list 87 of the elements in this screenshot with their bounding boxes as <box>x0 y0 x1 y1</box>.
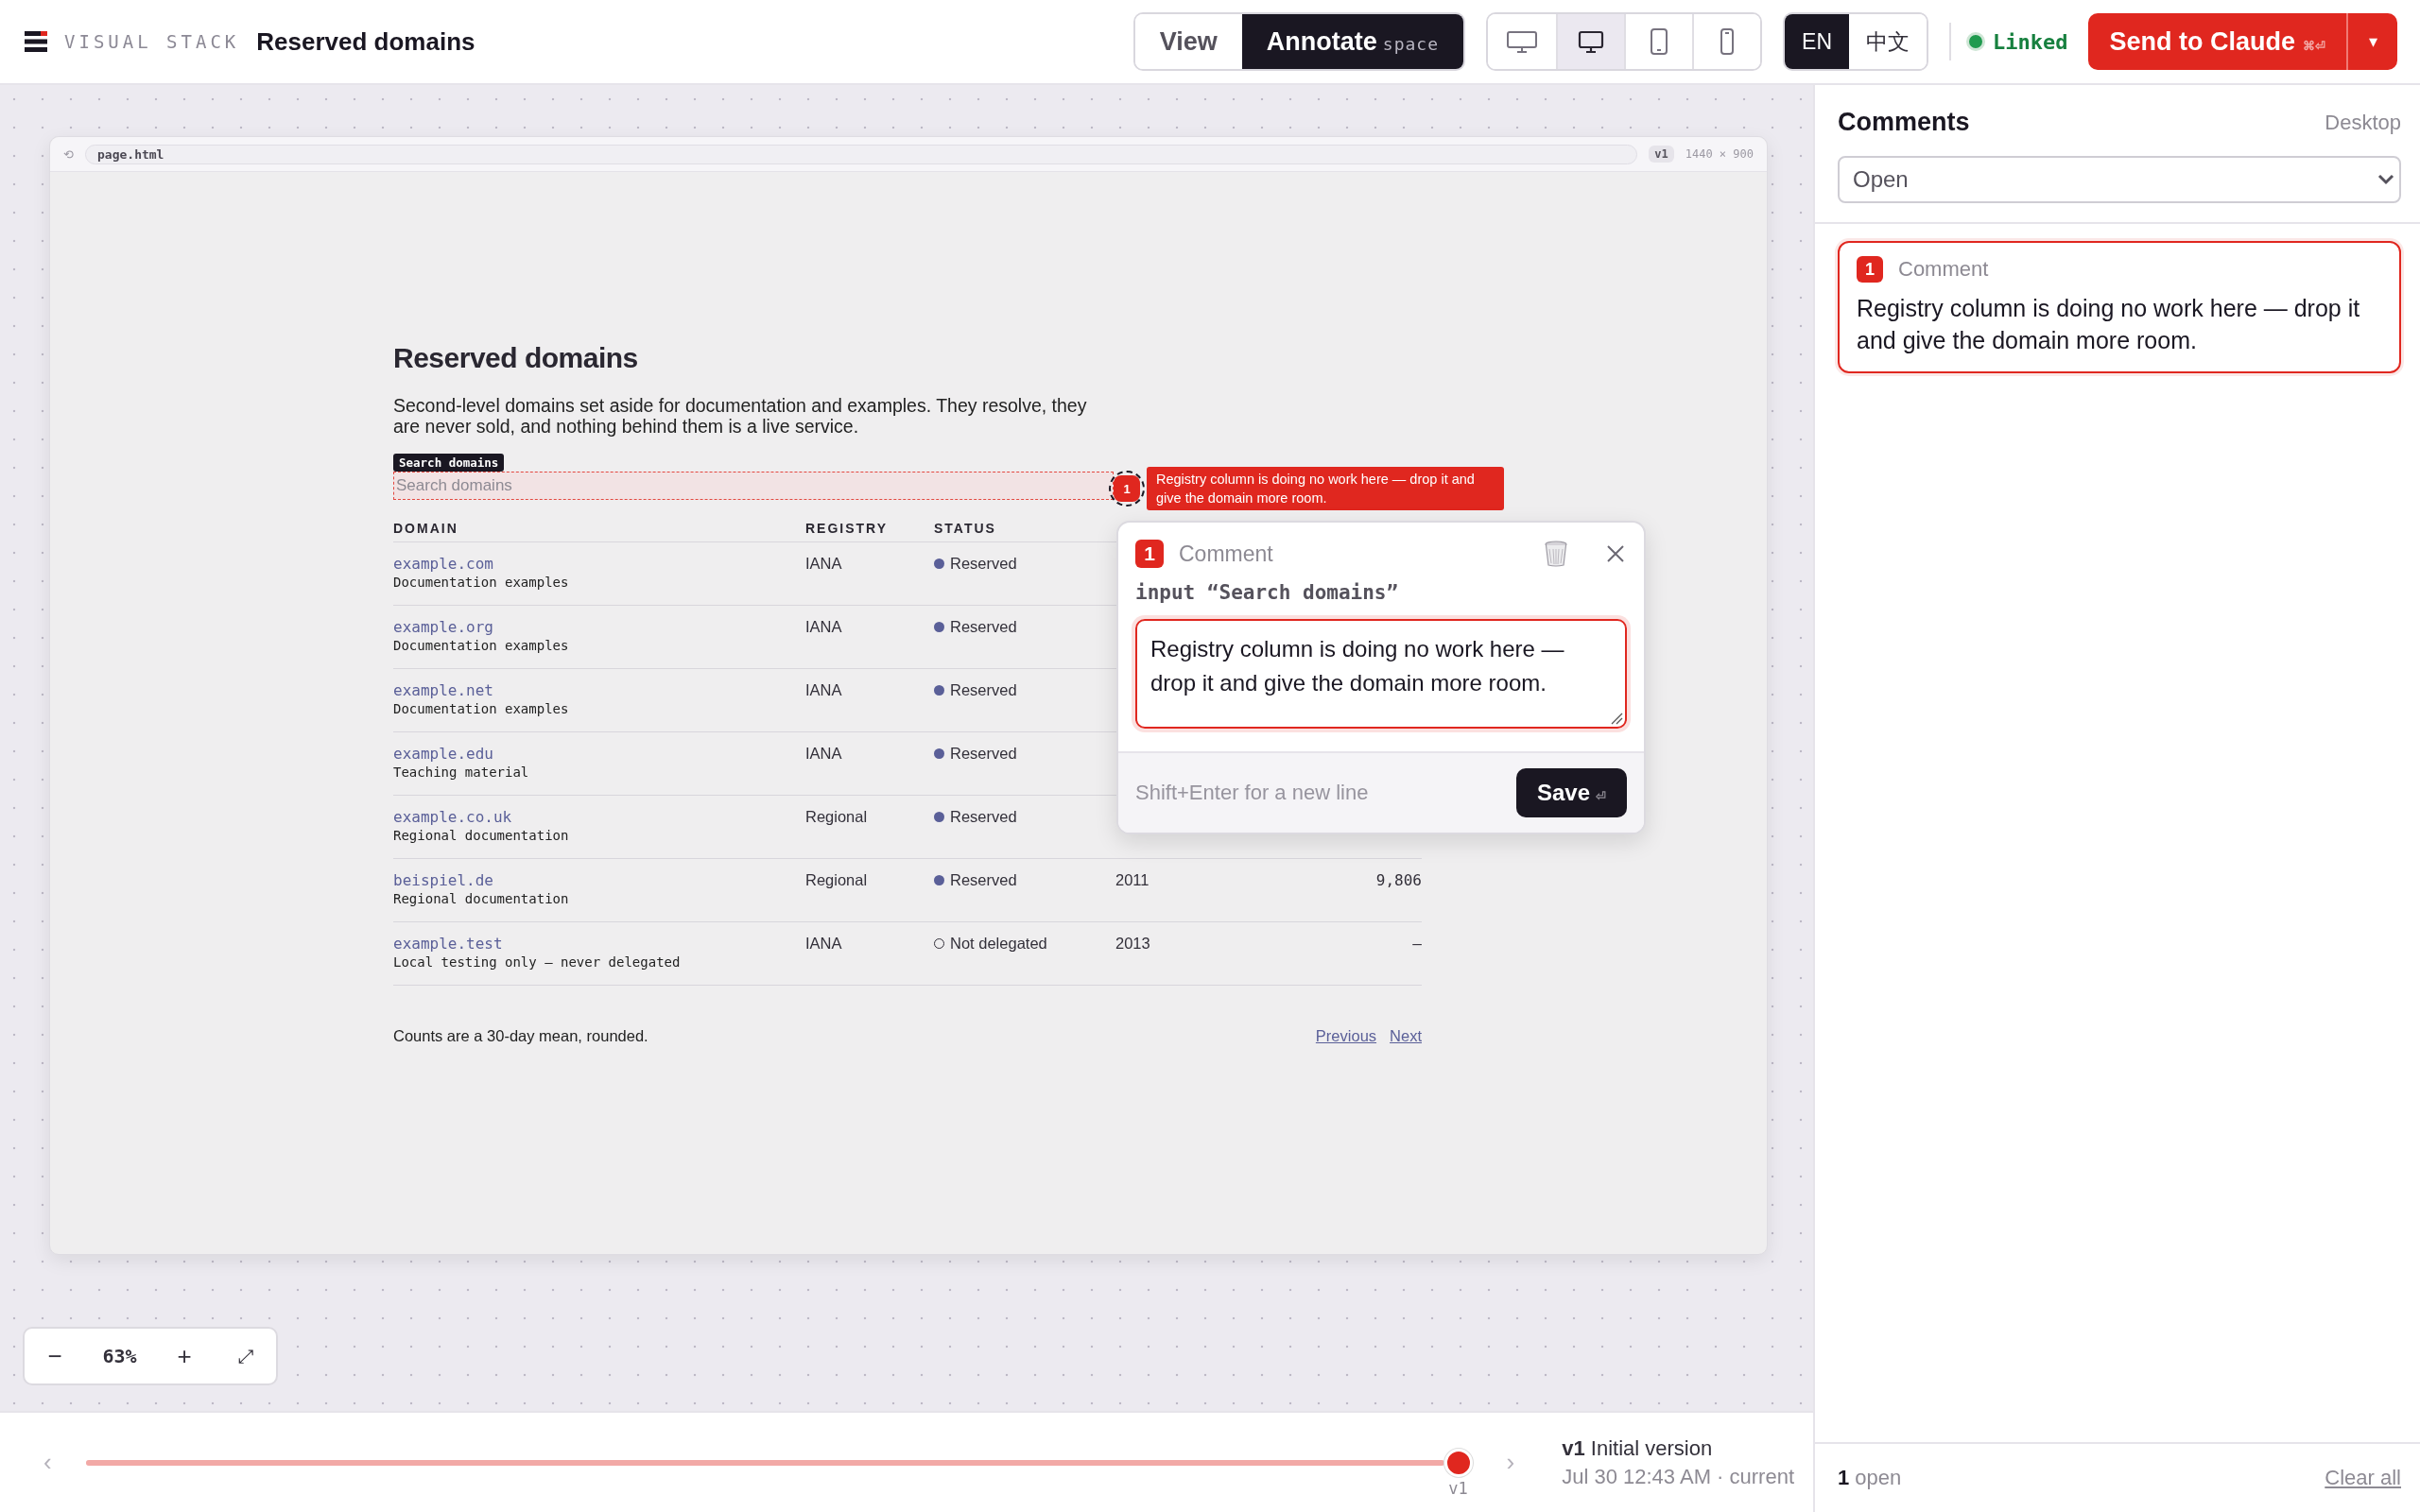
registry-cell: IANA <box>805 618 842 635</box>
pager-link[interactable]: Previous <box>1315 1027 1377 1045</box>
year-cell: 2011 <box>1115 871 1150 888</box>
registry-cell: IANA <box>805 681 842 698</box>
timeline-track[interactable] <box>85 1459 1444 1466</box>
monitor-icon <box>1577 29 1606 54</box>
logo-icon <box>25 31 47 52</box>
device-view-button[interactable] <box>1556 14 1625 69</box>
domain-note: Documentation examples <box>393 638 569 653</box>
domain-link[interactable]: example.co.uk <box>393 808 512 826</box>
chevron-down-icon <box>2377 173 2395 186</box>
save-button[interactable]: Save ⏎ <box>1515 768 1627 817</box>
status-cell: Reserved <box>934 618 1017 636</box>
language-tab[interactable]: EN <box>1785 14 1849 69</box>
popup-title: Comment <box>1179 541 1273 567</box>
filter-dropdown[interactable]: Open <box>1838 156 2401 203</box>
mode-tab[interactable]: Annotate space <box>1241 14 1464 69</box>
domain-link[interactable]: example.org <box>393 618 493 636</box>
phone-icon <box>1719 27 1737 56</box>
domain-link[interactable]: example.net <box>393 681 493 699</box>
registry-cell: Regional <box>805 871 868 888</box>
clear-all-link[interactable]: Clear all <box>2325 1466 2401 1490</box>
zoom-level: 63% <box>102 1345 137 1367</box>
domain-note: Regional documentation <box>393 891 569 906</box>
version-date: Jul 30 12:43 AM · current <box>1562 1464 1794 1489</box>
version-badge: v1 <box>1649 146 1674 163</box>
status-cell: Reserved <box>934 871 1017 889</box>
status-cell: Reserved <box>934 808 1017 826</box>
zoom-out-button[interactable]: − <box>42 1340 68 1372</box>
annotation-marker[interactable]: 1 <box>1109 471 1145 507</box>
column-header: STATUS <box>934 521 997 536</box>
comment-text: Registry column is doing no work here — drop it and give the domain more room. <box>1857 294 2361 355</box>
page-heading: Reserved domains <box>393 342 639 374</box>
status-cell: Reserved <box>934 681 1017 699</box>
year-cell: 2013 <box>1115 935 1150 952</box>
link-status: Linked <box>1966 29 2068 54</box>
registry-cell: IANA <box>805 555 842 572</box>
registry-cell: IANA <box>805 935 842 952</box>
pager-link[interactable]: Next <box>1390 1027 1422 1045</box>
count-cell: – <box>1412 935 1422 953</box>
tablet-icon <box>1649 27 1670 56</box>
send-options-button[interactable]: ▾ <box>2346 13 2397 70</box>
element-label: Search domains <box>393 454 505 472</box>
domain-link[interactable]: beispiel.de <box>393 871 493 889</box>
footnote: Counts are a 30-day mean, rounded. <box>393 1027 648 1045</box>
close-icon[interactable] <box>1606 544 1625 563</box>
registry-cell: IANA <box>805 745 842 762</box>
column-header: DOMAIN <box>393 521 459 536</box>
brand-name: VISUAL STACK <box>64 31 240 52</box>
domain-link[interactable]: example.test <box>393 935 503 953</box>
registry-cell: Regional <box>805 808 868 825</box>
comment-label: Comment <box>1898 257 1989 282</box>
domain-note: Documentation examples <box>393 701 569 716</box>
trash-icon[interactable] <box>1544 541 1568 567</box>
target-element-label: input “Search domains” <box>1134 580 1400 604</box>
monitor-icon <box>1506 29 1539 54</box>
comment-card[interactable]: 1 Comment Registry column is doing no work here — drop it and give the domain more room. <box>1838 241 2401 373</box>
domain-note: Documentation examples <box>393 575 569 590</box>
status-cell: Reserved <box>934 555 1017 573</box>
zoom-in-button[interactable]: + <box>171 1340 198 1372</box>
fit-button[interactable]: ⤢ <box>232 1344 259 1368</box>
search-field[interactable]: Search domains <box>393 472 1114 500</box>
version-marker-label: v1 <box>1448 1478 1468 1498</box>
device-scope: Desktop <box>2325 110 2401 135</box>
status-cell: Not delegated <box>934 935 1047 953</box>
url-field[interactable]: page.html <box>85 144 1638 164</box>
domain-note: Teaching material <box>393 765 529 780</box>
viewport-size: 1440 × 900 <box>1685 147 1754 161</box>
panel-title: Comments <box>1838 108 1970 137</box>
version-title: v1 Initial version <box>1562 1435 1714 1461</box>
keyboard-hint: Shift+Enter for a new line <box>1135 781 1369 805</box>
column-header: REGISTRY <box>805 521 890 536</box>
annotation-tooltip: Registry column is doing no work here — drop it and give the domain more room. <box>1147 467 1504 510</box>
comment-number: 1 <box>1135 540 1164 568</box>
status-cell: Reserved <box>934 745 1017 763</box>
domain-link[interactable]: example.edu <box>393 745 493 763</box>
page-description: Second-level domains set aside for documentation and examples. They resolve, they are never sold, and nothing behind them is a live service. <box>393 395 1088 437</box>
open-count: 1 open <box>1838 1466 1902 1490</box>
send-button[interactable]: Send to Claude ⌘⏎ <box>2088 13 2346 70</box>
resize-grip-icon[interactable] <box>1610 712 1623 725</box>
version-handle[interactable] <box>1443 1448 1473 1477</box>
domain-note: Regional documentation <box>393 828 569 843</box>
domain-link[interactable]: example.com <box>393 555 493 573</box>
project-title: Reserved domains <box>256 26 475 57</box>
count-cell: 9,806 <box>1375 871 1422 889</box>
domain-note: Local testing only — never delegated <box>393 954 681 970</box>
comment-number: 1 <box>1857 256 1883 283</box>
